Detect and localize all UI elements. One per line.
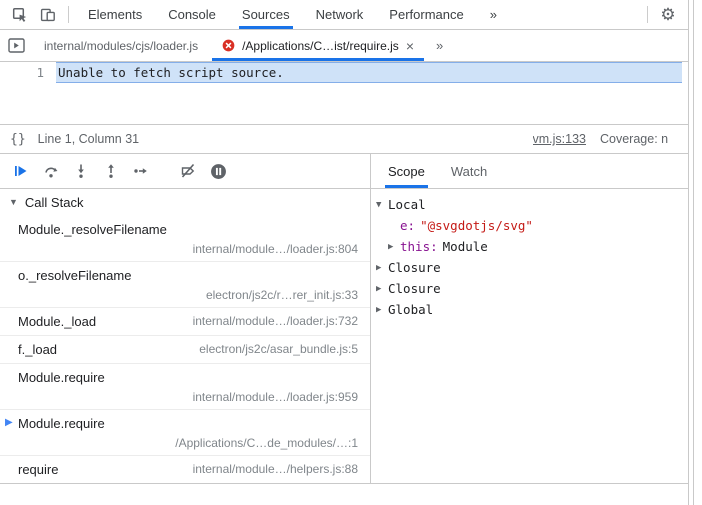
tab-scope[interactable]: Scope (375, 154, 438, 188)
toolbar-separator (68, 6, 69, 23)
frame-function: o._resolveFilename (18, 268, 131, 283)
call-stack-frame[interactable]: Module._load internal/module…/loader.js:… (0, 308, 370, 336)
frame-location: internal/module…/loader.js:959 (18, 390, 358, 404)
expand-triangle-icon: ▶ (388, 242, 400, 252)
call-stack-frame[interactable]: Module._resolveFilename internal/module…… (0, 216, 370, 262)
status-right-group: vm.js:133 Coverage: n (533, 132, 679, 146)
collapse-triangle-icon: ▼ (9, 197, 18, 207)
coverage-label: Coverage: n (600, 132, 678, 146)
scope-variable-e[interactable]: e: "@svgdotjs/svg" (371, 215, 688, 236)
cursor-position-label: Line 1, Column 31 (38, 132, 139, 146)
variable-name: this: (400, 239, 438, 254)
scope-section-label: Closure (388, 260, 441, 275)
variable-value: "@svgdotjs/svg" (420, 218, 533, 233)
call-stack-title: Call Stack (25, 195, 84, 210)
file-tab-label: /Applications/C…ist/require.js (242, 39, 399, 53)
devtools-toolbar: Elements Console Sources Network Perform… (0, 0, 688, 30)
call-stack-frame[interactable]: Module.require internal/module…/loader.j… (0, 364, 370, 410)
frame-function: require (18, 462, 58, 477)
debug-toolbar (0, 154, 370, 189)
call-stack-frame[interactable]: require internal/module…/helpers.js:88 (0, 456, 370, 483)
show-navigator-icon[interactable] (0, 30, 32, 61)
close-tab-icon[interactable]: × (406, 39, 414, 53)
step-into-icon[interactable] (68, 158, 94, 184)
scope-section-label: Global (388, 302, 433, 317)
editor-line-1: 1 Unable to fetch script source. (0, 62, 688, 83)
tab-performance[interactable]: Performance (376, 0, 476, 29)
frame-location: internal/module…/helpers.js:88 (193, 462, 358, 476)
step-icon[interactable] (128, 158, 154, 184)
frame-function: Module.require (18, 370, 105, 385)
tab-watch[interactable]: Watch (438, 154, 500, 188)
variable-value: Module (443, 239, 488, 254)
frame-location: electron/js2c/asar_bundle.js:5 (199, 342, 358, 356)
inspect-icon[interactable] (6, 0, 34, 29)
editor-status-bar: {} Line 1, Column 31 vm.js:133 Coverage:… (0, 124, 688, 154)
step-over-icon[interactable] (38, 158, 64, 184)
toolbar-separator (647, 6, 648, 23)
frame-location: /Applications/C…de_modules/…:1 (18, 436, 358, 450)
deactivate-breakpoints-icon[interactable] (175, 158, 201, 184)
adjacent-panel-edge (693, 0, 702, 505)
file-tab-label: internal/modules/cjs/loader.js (44, 39, 198, 53)
step-out-icon[interactable] (98, 158, 124, 184)
line-number[interactable]: 1 (0, 62, 56, 83)
file-tab-require-js[interactable]: /Applications/C…ist/require.js × (210, 30, 426, 61)
frame-function: Module.require (18, 416, 105, 431)
tab-console[interactable]: Console (155, 0, 229, 29)
editor-code-text[interactable]: Unable to fetch script source. (56, 62, 682, 83)
call-stack-frame-current[interactable]: ▶ Module.require /Applications/C…de_modu… (0, 410, 370, 456)
settings-gear-icon[interactable]: ⚙ (654, 0, 682, 29)
call-stack-header[interactable]: ▼ Call Stack (0, 189, 370, 216)
scope-tree: ▼ Local e: "@svgdotjs/svg" ▶ this: Modul… (371, 189, 688, 320)
pause-on-exceptions-icon[interactable] (205, 158, 231, 184)
debugger-panes: ▼ Call Stack Module._resolveFilename int… (0, 154, 688, 484)
call-stack-frame[interactable]: o._resolveFilename electron/js2c/r…rer_i… (0, 262, 370, 308)
frame-location: electron/js2c/r…rer_init.js:33 (18, 288, 358, 302)
file-tab-bar: internal/modules/cjs/loader.js /Applicat… (0, 30, 688, 62)
frame-function: Module._load (18, 314, 96, 329)
debugger-right-pane: Scope Watch ▼ Local e: "@svgdotjs/svg" ▶ (371, 154, 688, 483)
frame-function: Module._resolveFilename (18, 222, 167, 237)
frame-location: internal/module…/loader.js:804 (18, 242, 358, 256)
more-tabs-chevron[interactable]: » (477, 0, 510, 29)
error-icon (222, 39, 235, 52)
call-stack-list: Module._resolveFilename internal/module…… (0, 216, 370, 483)
toolbar-right-group: ⚙ (641, 0, 682, 29)
scope-section-closure[interactable]: ▶ Closure (371, 257, 688, 278)
source-editor[interactable]: 1 Unable to fetch script source. (0, 62, 688, 124)
expand-triangle-icon: ▼ (376, 200, 388, 210)
expand-triangle-icon: ▶ (376, 284, 388, 294)
scope-section-global[interactable]: ▶ Global (371, 299, 688, 320)
call-stack-frame[interactable]: f._load electron/js2c/asar_bundle.js:5 (0, 336, 370, 364)
frame-location: internal/module…/loader.js:732 (193, 314, 358, 328)
scope-section-closure[interactable]: ▶ Closure (371, 278, 688, 299)
expand-triangle-icon: ▶ (376, 263, 388, 273)
devtools-window: Elements Console Sources Network Perform… (0, 0, 702, 505)
scope-variable-this[interactable]: ▶ this: Module (371, 236, 688, 257)
frame-function: f._load (18, 342, 57, 357)
more-file-tabs-chevron[interactable]: » (426, 30, 453, 61)
scope-section-label: Closure (388, 281, 441, 296)
devtools-main-panel: Elements Console Sources Network Perform… (0, 0, 689, 505)
vm-source-link[interactable]: vm.js:133 (533, 132, 587, 146)
variable-name: e: (400, 218, 415, 233)
file-tab-loader-js[interactable]: internal/modules/cjs/loader.js (32, 30, 210, 61)
expand-triangle-icon: ▶ (376, 305, 388, 315)
pretty-print-icon[interactable]: {} (10, 132, 26, 147)
tab-elements[interactable]: Elements (75, 0, 155, 29)
scope-section-label: Local (388, 197, 426, 212)
debugger-left-pane: ▼ Call Stack Module._resolveFilename int… (0, 154, 371, 483)
resume-icon[interactable] (8, 158, 34, 184)
scope-watch-tabs: Scope Watch (371, 154, 688, 189)
device-toolbar-icon[interactable] (34, 0, 62, 29)
tab-network[interactable]: Network (303, 0, 377, 29)
scope-section-local[interactable]: ▼ Local (371, 194, 688, 215)
tab-sources[interactable]: Sources (229, 0, 303, 29)
current-frame-icon: ▶ (5, 417, 13, 428)
